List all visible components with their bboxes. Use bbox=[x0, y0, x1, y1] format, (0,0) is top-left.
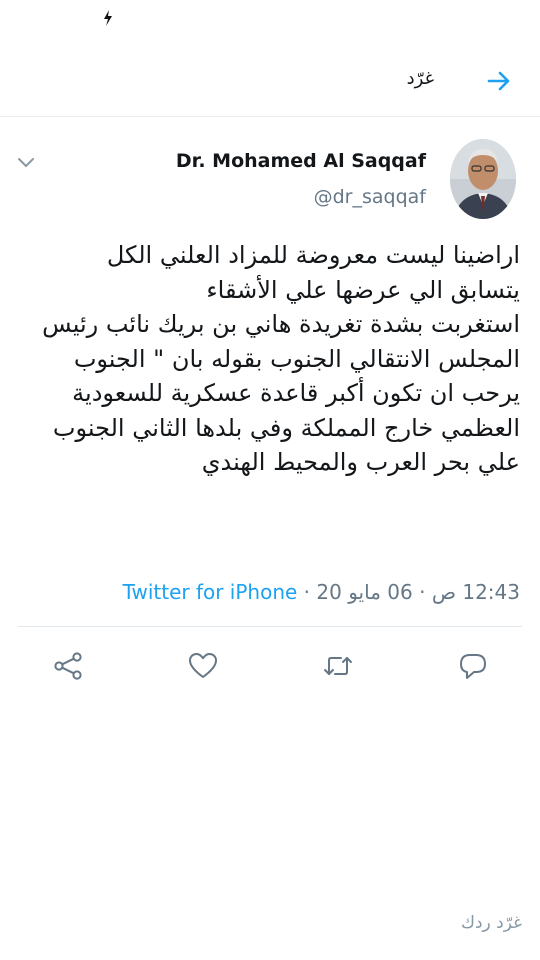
top-bar: غرّد bbox=[0, 48, 540, 114]
tweet-text: اراضينا ليست معروضة للمزاد العلني الكل ي… bbox=[42, 241, 520, 476]
status-bar bbox=[0, 0, 540, 40]
tweet-date: 06 مايو 20 bbox=[316, 580, 413, 604]
page-title: غرّد bbox=[406, 68, 434, 89]
retweet-icon[interactable] bbox=[322, 650, 354, 682]
source-link[interactable]: Twitter for iPhone bbox=[123, 580, 298, 604]
header-divider bbox=[0, 116, 540, 117]
reply-input[interactable]: غرّد ردك bbox=[461, 913, 522, 933]
share-icon[interactable] bbox=[52, 650, 84, 682]
avatar[interactable] bbox=[450, 139, 516, 219]
author-name[interactable]: Dr. Mohamed Al Saqqaf bbox=[176, 150, 426, 172]
flash-icon bbox=[104, 10, 112, 26]
tweet-meta: Twitter for iPhone · 06 مايو 20 · 12:43 … bbox=[20, 580, 520, 604]
like-icon[interactable] bbox=[187, 650, 219, 682]
tweet-time: 12:43 ص bbox=[431, 580, 520, 604]
chevron-down-icon[interactable] bbox=[14, 150, 38, 174]
meta-separator: · bbox=[297, 580, 317, 604]
meta-separator: · bbox=[412, 580, 432, 604]
arrow-right-icon[interactable] bbox=[484, 66, 514, 96]
author-handle[interactable]: @dr_saqqaf bbox=[314, 186, 426, 208]
reply-icon[interactable] bbox=[457, 650, 489, 682]
meta-divider bbox=[18, 626, 522, 627]
action-bar bbox=[0, 644, 540, 688]
